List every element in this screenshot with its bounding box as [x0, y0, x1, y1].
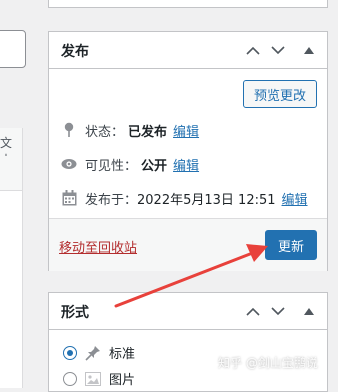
- format-option-standard[interactable]: 标准: [63, 343, 135, 362]
- watermark: 知乎 @剑山宝鹏说: [218, 354, 318, 371]
- left-toolbar-row: [0, 156, 23, 191]
- status-value: 已发布: [128, 124, 168, 140]
- visibility-label: 可见性：: [85, 158, 138, 174]
- image-icon: [85, 371, 101, 387]
- preview-changes-button[interactable]: 预览更改: [243, 80, 317, 108]
- move-to-trash-link[interactable]: 移动至回收站: [59, 237, 137, 256]
- publish-box-header: 发布: [49, 32, 327, 69]
- format-box: 形式 标准 图片: [48, 292, 328, 392]
- radio-image[interactable]: [63, 371, 77, 386]
- publish-box: 发布 预览更改 状态： 已发布 编辑 可见性： 公开 编辑 发布于： 2022年…: [48, 31, 328, 271]
- left-tab-header[interactable]: 文本: [0, 128, 23, 167]
- publishing-actions: 移动至回收站 更新: [49, 218, 327, 271]
- format-box-title: 形式: [61, 305, 89, 321]
- format-option-label: 图片: [109, 373, 136, 388]
- update-button[interactable]: 更新: [265, 230, 317, 260]
- visibility-row: 可见性： 公开 编辑: [61, 154, 199, 174]
- format-box-header: 形式: [49, 293, 327, 330]
- collapse-toggle-icon[interactable]: [301, 303, 317, 319]
- eye-icon: [61, 156, 77, 172]
- format-option-label: 标准: [109, 347, 136, 362]
- left-input-box[interactable]: [0, 30, 26, 68]
- move-down-icon[interactable]: [270, 303, 286, 319]
- visibility-value: 公开: [141, 158, 168, 174]
- status-label: 状态：: [85, 124, 125, 140]
- edit-status-link[interactable]: 编辑: [173, 121, 199, 140]
- published-date-row: 发布于： 2022年5月13日 12:51 编辑: [61, 188, 308, 208]
- previous-postbox: [48, 0, 328, 8]
- edit-date-link[interactable]: 编辑: [282, 189, 308, 208]
- collapse-toggle-icon[interactable]: [301, 42, 317, 58]
- edit-visibility-link[interactable]: 编辑: [173, 155, 199, 174]
- pushpin-icon: [85, 345, 101, 361]
- pin-icon: [61, 122, 77, 138]
- publish-box-title: 发布: [61, 44, 89, 60]
- move-down-icon[interactable]: [270, 42, 286, 58]
- calendar-icon: [61, 190, 77, 206]
- move-up-icon[interactable]: [245, 42, 261, 58]
- published-value: 2022年5月13日 12:51: [137, 192, 276, 208]
- watermark-text: 知乎 @剑山宝鹏说: [218, 356, 318, 370]
- published-label: 发布于：: [85, 192, 138, 208]
- move-up-icon[interactable]: [245, 303, 261, 319]
- format-option-image[interactable]: 图片: [63, 369, 135, 388]
- radio-standard[interactable]: [63, 345, 77, 360]
- status-row: 状态： 已发布 编辑: [61, 120, 199, 140]
